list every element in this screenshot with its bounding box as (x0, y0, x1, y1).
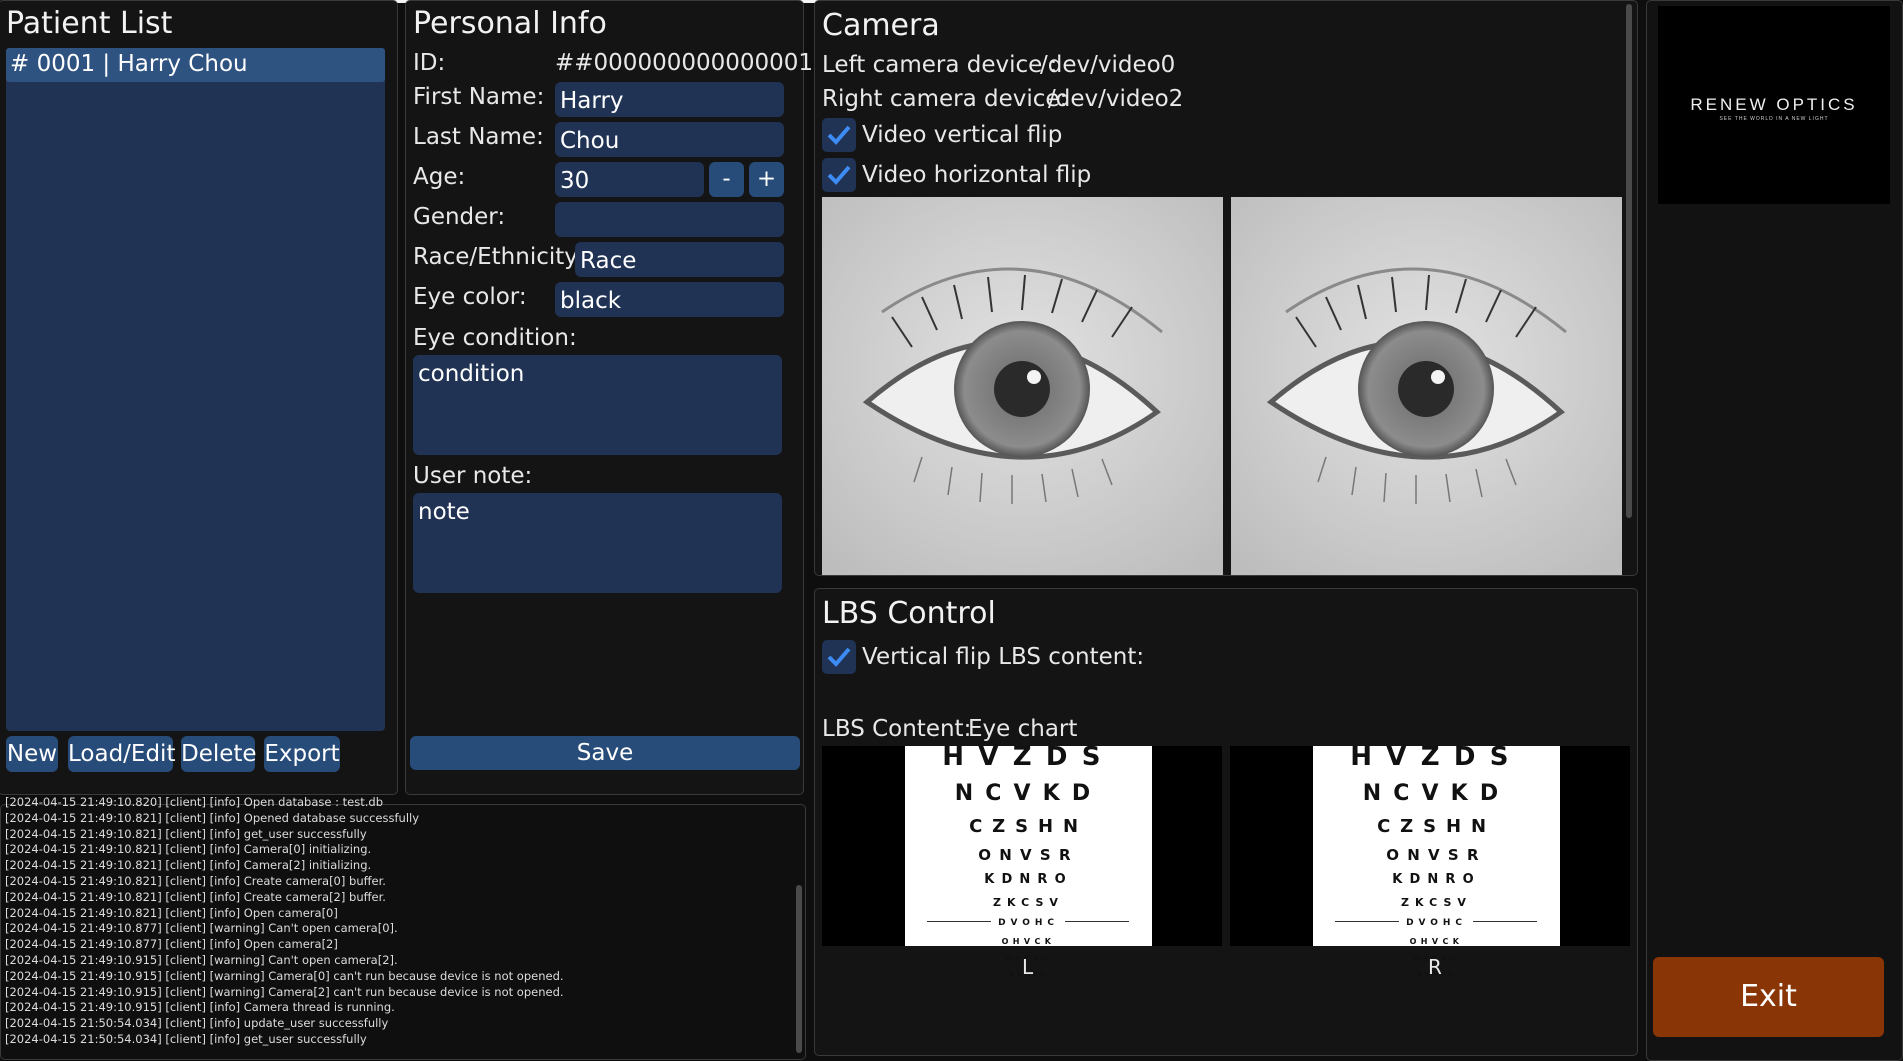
new-button[interactable]: New (6, 736, 58, 772)
patient-list-item[interactable]: # 0001 | Harry Chou (6, 48, 385, 82)
patient-list-title: Patient List (6, 6, 173, 41)
age-increment-button[interactable]: + (749, 162, 784, 197)
first-name-field[interactable]: Harry (555, 82, 784, 117)
age-label: Age: (413, 164, 466, 190)
right-camera-feed (1231, 197, 1622, 575)
lbs-control-title: LBS Control (822, 596, 996, 631)
eye-chart-row: CZSHN (1377, 816, 1496, 837)
left-preview-label: L (1022, 955, 1034, 979)
eye-chart-row: KDNRO (1392, 872, 1481, 887)
eye-chart-left: HVZDS NCVKD CZSHN ONVSR KDNRO ZKCSV DVOHC OHVCK… (905, 742, 1152, 979)
log-line: [2024-04-15 21:50:54.034] [client] [info… (5, 1031, 367, 1046)
lbs-vertical-flip-label: Vertical flip LBS content: (862, 644, 1145, 670)
user-note-textarea[interactable]: note (413, 493, 782, 593)
lbs-content-value: Eye chart (968, 716, 1078, 742)
video-vertical-flip-label: Video vertical flip (862, 122, 1063, 148)
log-line: [2024-04-15 21:49:10.821] [client] [info… (5, 842, 372, 857)
video-horizontal-flip-label: Video horizontal flip (862, 162, 1092, 188)
last-name-label: Last Name: (413, 124, 544, 150)
eye-chart-row: NCVKD (954, 781, 1103, 806)
eye-chart-row: DVOHC (998, 918, 1059, 928)
eye-chart-row: HVZDS (942, 742, 1115, 772)
log-line: [2024-04-15 21:49:10.821] [client] [info… (5, 889, 386, 904)
log-scrollbar[interactable] (796, 885, 802, 1053)
age-field[interactable]: 30 (555, 162, 704, 197)
race-label: Race/Ethnicity: (413, 244, 584, 270)
log-line: [2024-04-15 21:49:10.821] [client] [info… (5, 873, 386, 888)
checkmark-icon (827, 165, 851, 185)
eye-chart-divider (1065, 921, 1129, 922)
svg-text:SEE THE WORLD IN A NEW LIGHT: SEE THE WORLD IN A NEW LIGHT (1719, 116, 1828, 122)
logo-box: RENEW OPTICS SEE THE WORLD IN A NEW LIGH… (1658, 6, 1890, 204)
camera-scrollbar[interactable] (1626, 4, 1632, 518)
log-line: [2024-04-15 21:49:10.915] [client] [warn… (5, 952, 398, 967)
first-name-label: First Name: (413, 84, 545, 110)
eye-chart-row: OHVCK (1409, 937, 1464, 946)
log-line: [2024-04-15 21:49:10.821] [client] [info… (5, 858, 372, 873)
log-line: [2024-04-15 21:49:10.877] [client] [warn… (5, 921, 398, 936)
eye-chart-divider (1335, 921, 1399, 922)
eye-chart-row: KDNRO (984, 872, 1073, 887)
right-camera-device: /dev/video2 (1048, 86, 1184, 112)
eye-chart-row: NCVKD (1362, 781, 1511, 806)
renew-optics-logo: RENEW OPTICS SEE THE WORLD IN A NEW LIGH… (1690, 95, 1857, 122)
video-vertical-flip-checkbox[interactable] (822, 118, 856, 152)
patient-listbox[interactable] (6, 48, 385, 731)
age-decrement-button[interactable]: - (709, 162, 744, 197)
log-line: [2024-04-15 21:49:10.821] [client] [info… (5, 810, 420, 825)
lbs-content-label: LBS Content: (822, 716, 972, 742)
eye-chart-row: ONVSR (978, 846, 1079, 864)
id-label: ID: (413, 50, 446, 76)
left-lbs-preview: HVZDS NCVKD CZSHN ONVSR KDNRO ZKCSV DVOHC OHVCK… (822, 742, 1222, 979)
right-preview-label: R (1428, 955, 1442, 979)
eye-condition-textarea[interactable]: condition (413, 355, 782, 455)
eye-chart-row: DVOHC (1406, 918, 1467, 928)
log-line: [2024-04-15 21:49:10.915] [client] [warn… (5, 968, 564, 983)
log-line: [2024-04-15 21:49:10.820] [client] [info… (5, 795, 383, 809)
checkmark-icon (827, 125, 851, 145)
video-horizontal-flip-checkbox[interactable] (822, 158, 856, 192)
log-line: [2024-04-15 21:49:10.877] [client] [info… (5, 937, 338, 952)
eye-chart-row: HVZDS (1350, 742, 1523, 772)
camera-title: Camera (822, 8, 940, 43)
save-button[interactable]: Save (410, 736, 800, 770)
load-edit-button[interactable]: Load/Edit (68, 736, 175, 772)
export-button[interactable]: Export (264, 736, 340, 772)
gender-label: Gender: (413, 204, 506, 230)
eye-chart-row: CZSHN (969, 816, 1088, 837)
right-camera-label: Right camera device: (822, 86, 1068, 112)
log-output: [2024-04-15 21:49:10.820] [client] [info… (5, 795, 785, 1051)
id-value: ##000000000000001 (555, 50, 814, 76)
log-line: [2024-04-15 21:49:10.915] [client] [warn… (5, 984, 564, 999)
last-name-field[interactable]: Chou (555, 122, 784, 157)
eye-chart-row: OHVCK (1001, 937, 1056, 946)
eye-chart-row: ONVSR (1386, 846, 1487, 864)
personal-info-title: Personal Info (413, 6, 607, 41)
log-line: [2024-04-15 21:49:10.915] [client] [info… (5, 1000, 395, 1015)
eye-chart-divider (927, 921, 991, 922)
checkmark-icon (827, 647, 851, 667)
eye-color-label: Eye color: (413, 284, 527, 310)
right-lbs-preview: HVZDS NCVKD CZSHN ONVSR KDNRO ZKCSV DVOHC OHVCK… (1230, 742, 1630, 979)
race-field[interactable]: Race (575, 242, 784, 277)
eye-condition-label: Eye condition: (413, 325, 577, 351)
user-note-label: User note: (413, 463, 533, 489)
exit-button[interactable]: Exit (1653, 957, 1884, 1037)
left-camera-feed (822, 197, 1223, 575)
eye-color-field[interactable]: black (555, 282, 784, 317)
log-line: [2024-04-15 21:49:10.821] [client] [info… (5, 905, 338, 920)
left-camera-label: Left camera device : (822, 52, 1058, 78)
delete-button[interactable]: Delete (181, 736, 257, 772)
left-camera-device: /dev/video0 (1040, 52, 1176, 78)
eye-chart-row: ZKCSV (993, 896, 1064, 909)
lbs-vertical-flip-checkbox[interactable] (822, 640, 856, 674)
gender-field[interactable] (555, 202, 784, 237)
svg-text:RENEW OPTICS: RENEW OPTICS (1690, 95, 1857, 114)
log-line: [2024-04-15 21:50:54.034] [client] [info… (5, 1016, 389, 1031)
eye-chart-divider (1473, 921, 1537, 922)
eye-chart-row: ZKCSV (1401, 896, 1472, 909)
log-line: [2024-04-15 21:49:10.821] [client] [info… (5, 826, 367, 841)
eye-chart-right: HVZDS NCVKD CZSHN ONVSR KDNRO ZKCSV DVOHC OHVCK… (1313, 742, 1560, 979)
